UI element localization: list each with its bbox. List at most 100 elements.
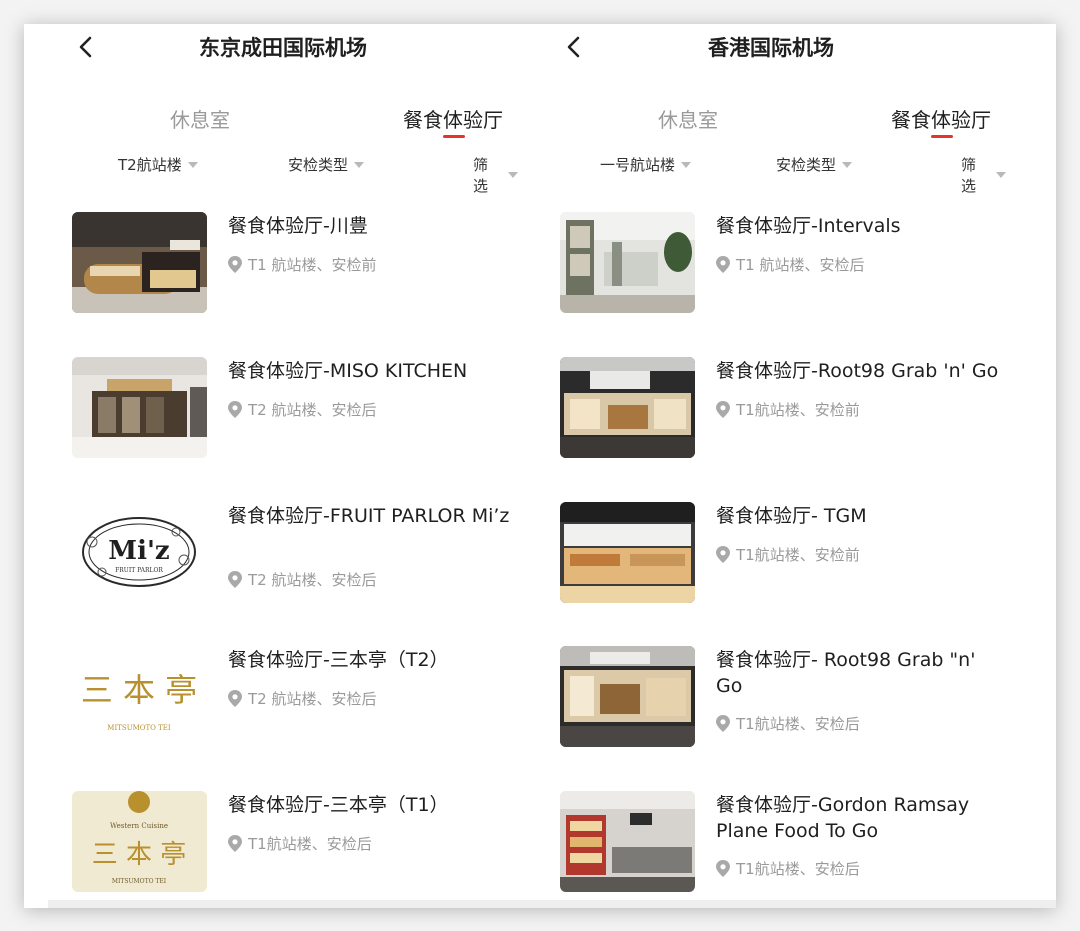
filter-more[interactable]: 筛选 (473, 154, 518, 196)
filter-more[interactable]: 筛选 (961, 154, 1006, 196)
header: 东京成田国际机场 (48, 24, 518, 70)
list-item[interactable]: 餐食体验厅- Root98 Grab "n' Go T1航站楼、安检后 (536, 646, 1006, 756)
location-row: T1航站楼、安检前 (716, 399, 860, 420)
filter-terminal-label: 一号航站楼 (600, 156, 676, 174)
filter-terminal-label: T2航站楼 (118, 156, 182, 174)
active-tab-indicator (443, 135, 465, 138)
page-title: 东京成田国际机场 (199, 36, 367, 60)
filter-security-label: 安检类型 (776, 156, 837, 174)
restaurant-counter-photo (72, 212, 207, 313)
location-text: T2 航站楼、安检后 (248, 690, 377, 708)
restaurant-name: 餐食体验厅-FRUIT PARLOR Mi’z (228, 505, 510, 527)
location-text: T1 航站楼、安检后 (736, 256, 865, 274)
location-row: T1 航站楼、安检前 (228, 254, 376, 275)
dropdown-caret-icon (681, 161, 692, 168)
location-text: T2 航站楼、安检后 (248, 401, 377, 419)
restaurant-name: 餐食体验厅-Gordon Ramsay Plane Food To Go (716, 794, 970, 842)
location-row: T1 航站楼、安检后 (716, 254, 864, 275)
list-item[interactable]: 餐食体验厅-Intervals T1 航站楼、安检后 (536, 212, 1006, 322)
filter-security-type[interactable]: 安检类型 (776, 154, 853, 175)
list-item[interactable]: 三 本 亭 MITSUMOTO TEI 餐食体验厅-三本亭（T2） T2 航站楼… (48, 646, 518, 756)
tgm-store-photo (560, 502, 695, 603)
filter-terminal[interactable]: T2航站楼 (118, 154, 198, 175)
location-row: T1航站楼、安检后 (228, 833, 372, 854)
filter-security-label: 安检类型 (288, 156, 349, 174)
restaurant-thumbnail (560, 212, 695, 313)
screenshot-stage: 东京成田国际机场 休息室 餐食体验厅 T2航站楼 安检类型 筛选 餐食体验厅-川… (0, 0, 1080, 931)
restaurant-thumbnail (72, 357, 207, 458)
dropdown-caret-icon (187, 161, 198, 168)
location-pin-icon (228, 256, 242, 273)
logo-text: Mi'z (108, 536, 169, 566)
gordon-ramsay-store-photo (560, 791, 695, 892)
location-text: T1航站楼、安检后 (248, 835, 372, 853)
logo-subtext: MITSUMOTO TEI (112, 878, 167, 885)
filter-security-type[interactable]: 安检类型 (288, 154, 365, 175)
location-pin-icon (228, 690, 242, 707)
list-item[interactable]: 餐食体验厅-MISO KITCHEN T2 航站楼、安检后 (48, 357, 518, 467)
list-item[interactable]: 餐食体验厅-Gordon Ramsay Plane Food To Go T1航… (536, 791, 1006, 901)
restaurant-thumbnail (560, 646, 695, 747)
restaurant-thumbnail: Western Cuisine 三 本 亭 MITSUMOTO TEI (72, 791, 207, 892)
root98-store-photo (560, 357, 695, 458)
location-text: T1航站楼、安检后 (736, 715, 860, 733)
location-row: T2 航站楼、安检后 (228, 569, 376, 590)
dropdown-caret-icon (996, 172, 1006, 178)
restaurant-thumbnail (560, 502, 695, 603)
restaurant-name: 餐食体验厅-川豊 (228, 215, 368, 237)
logo-text: 三 本 亭 (81, 671, 197, 709)
dropdown-caret-icon (508, 172, 518, 178)
list-item[interactable]: 餐食体验厅-川豊 T1 航站楼、安检前 (48, 212, 518, 322)
restaurant-name: 餐食体验厅-三本亭（T1） (228, 794, 449, 816)
tab-dining[interactable]: 餐食体验厅 (403, 104, 503, 133)
location-pin-icon (716, 401, 730, 418)
location-row: T1航站楼、安检后 (716, 858, 860, 879)
location-pin-icon (716, 256, 730, 273)
location-pin-icon (228, 401, 242, 418)
page-title: 香港国际机场 (708, 36, 834, 60)
location-row: T2 航站楼、安检后 (228, 688, 376, 709)
filter-bar: T2航站楼 安检类型 筛选 (48, 154, 518, 195)
root98-store-photo-2 (560, 646, 695, 747)
logo-text: 三 本 亭 (92, 840, 187, 870)
mitsumoto-logo: 三 本 亭 MITSUMOTO TEI (72, 646, 207, 747)
filter-more-label: 筛选 (961, 156, 977, 195)
location-text: T1航站楼、安检前 (736, 546, 860, 564)
restaurant-thumbnail (560, 791, 695, 892)
tab-lounge[interactable]: 休息室 (658, 104, 718, 133)
restaurant-thumbnail (560, 357, 695, 458)
restaurant-thumbnail (72, 212, 207, 313)
location-text: T1 航站楼、安检前 (248, 256, 377, 274)
location-row: T2 航站楼、安检后 (228, 399, 376, 420)
bottom-divider (48, 900, 1056, 908)
restaurant-thumbnail: 三 本 亭 MITSUMOTO TEI (72, 646, 207, 747)
list-item[interactable]: Western Cuisine 三 本 亭 MITSUMOTO TEI 餐食体验… (48, 791, 518, 901)
location-pin-icon (716, 715, 730, 732)
restaurant-name: 餐食体验厅-三本亭（T2） (228, 649, 449, 671)
restaurant-name: 餐食体验厅-Intervals (716, 215, 901, 237)
lounge-interior-photo (560, 212, 695, 313)
comparison-card: 东京成田国际机场 休息室 餐食体验厅 T2航站楼 安检类型 筛选 餐食体验厅-川… (24, 24, 1056, 908)
tab-lounge[interactable]: 休息室 (170, 104, 230, 133)
tab-bar: 休息室 餐食体验厅 (48, 104, 518, 144)
header: 香港国际机场 (536, 24, 1006, 70)
restaurant-name: 餐食体验厅-MISO KITCHEN (228, 360, 468, 382)
list-item[interactable]: Mi'z FRUIT PARLOR 餐食体验厅-FRUIT PARLOR Mi’… (48, 502, 518, 612)
location-row: T1航站楼、安检后 (716, 713, 860, 734)
restaurant-name: 餐食体验厅-Root98 Grab 'n' Go (716, 360, 999, 382)
restaurant-thumbnail: Mi'z FRUIT PARLOR (72, 502, 207, 603)
logo-subtext: MITSUMOTO TEI (107, 724, 171, 732)
list-item[interactable]: 餐食体验厅- TGM T1航站楼、安检前 (536, 502, 1006, 612)
tab-bar: 休息室 餐食体验厅 (536, 104, 1006, 144)
restaurant-storefront-photo (72, 357, 207, 458)
list-item[interactable]: 餐食体验厅-Root98 Grab 'n' Go T1航站楼、安检前 (536, 357, 1006, 467)
miz-logo: Mi'z FRUIT PARLOR (72, 502, 207, 603)
location-pin-icon (716, 546, 730, 563)
filter-terminal[interactable]: 一号航站楼 (600, 154, 692, 175)
tab-dining[interactable]: 餐食体验厅 (891, 104, 991, 133)
location-row: T1航站楼、安检前 (716, 544, 860, 565)
logo-topline: Western Cuisine (110, 822, 168, 830)
restaurant-name: 餐食体验厅- TGM (716, 505, 867, 527)
panel-hongkong: 香港国际机场 休息室 餐食体验厅 一号航站楼 安检类型 筛选 餐食体验厅-Int… (536, 24, 1026, 908)
restaurant-name: 餐食体验厅- Root98 Grab "n' Go (716, 649, 976, 697)
